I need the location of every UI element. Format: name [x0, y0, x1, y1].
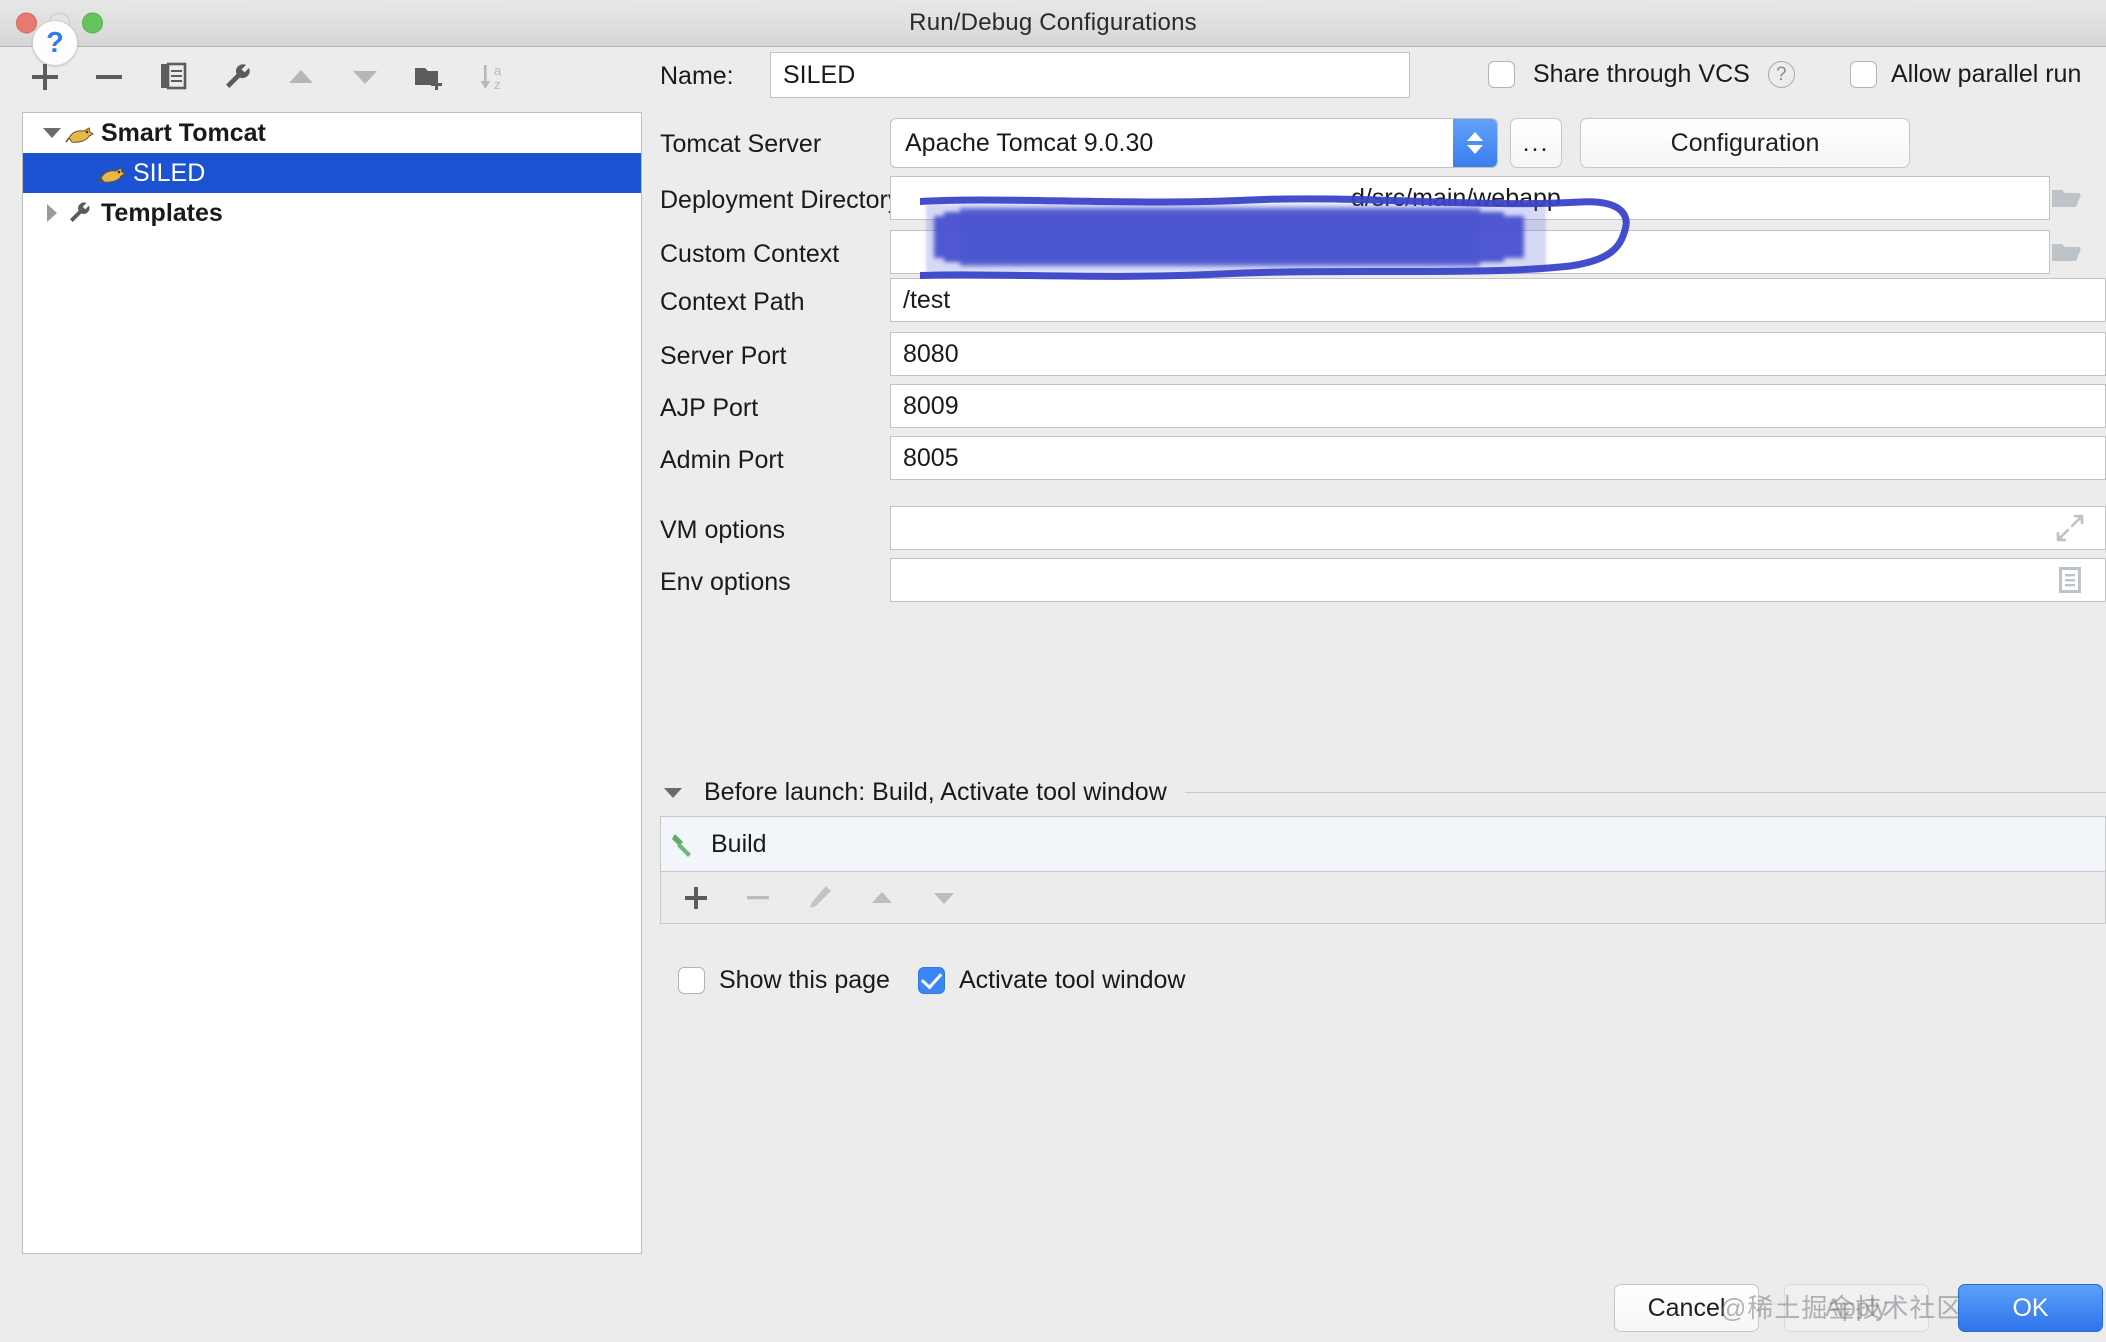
wrench-icon	[65, 199, 93, 227]
run-debug-configurations-dialog: Run/Debug Configurations	[0, 0, 2106, 1342]
chevron-updown-icon[interactable]	[1453, 119, 1497, 167]
context-path-label: Context Path	[660, 288, 805, 317]
show-this-page-row[interactable]: Show this page	[678, 966, 890, 995]
list-document-icon[interactable]	[2052, 562, 2088, 598]
chevron-down-icon[interactable]	[660, 780, 686, 806]
vm-options-label: VM options	[660, 516, 785, 545]
ok-button[interactable]: OK	[1958, 1284, 2103, 1332]
svg-text:a: a	[494, 63, 502, 78]
new-folder-icon[interactable]	[410, 58, 448, 96]
tree-node-label: Templates	[101, 199, 223, 228]
before-launch-task-label: Build	[711, 830, 767, 859]
help-button[interactable]: ?	[32, 20, 78, 66]
activate-tool-window-checkbox[interactable]	[918, 967, 945, 994]
move-up-icon	[282, 58, 320, 96]
tomcat-server-browse-button[interactable]: ...	[1510, 118, 1562, 168]
tree-node-siled[interactable]: SILED	[23, 153, 641, 193]
context-path-input[interactable]: /test	[890, 278, 2106, 322]
tomcat-server-select[interactable]: Apache Tomcat 9.0.30	[890, 118, 1498, 168]
close-window-icon[interactable]	[16, 13, 37, 34]
add-task-icon[interactable]	[679, 881, 713, 915]
configuration-button[interactable]: Configuration	[1580, 118, 1910, 168]
env-options-input[interactable]	[890, 558, 2106, 602]
tomcat-cat-icon	[97, 160, 127, 186]
before-launch-title: Before launch: Build, Activate tool wind…	[704, 778, 1167, 807]
admin-port-input[interactable]: 8005	[890, 436, 2106, 480]
folder-browse-icon[interactable]	[2048, 234, 2084, 270]
configuration-form: Name: SILED Share through VCS ? Allow pa…	[660, 46, 2106, 1254]
before-launch-options: Show this page Activate tool window	[678, 966, 1185, 995]
share-vcs-help-icon[interactable]: ?	[1768, 61, 1795, 88]
sort-alphabetically-icon[interactable]: a z	[474, 58, 512, 96]
share-through-vcs-checkbox[interactable]	[1488, 61, 1515, 88]
vm-options-input[interactable]	[890, 506, 2106, 550]
custom-context-input[interactable]	[890, 230, 2050, 274]
move-down-icon	[346, 58, 384, 96]
ajp-port-label: AJP Port	[660, 394, 758, 423]
hammer-icon	[669, 829, 699, 859]
share-through-vcs-label: Share through VCS	[1533, 60, 1750, 89]
tree-node-templates[interactable]: Templates	[23, 193, 641, 233]
move-task-up-icon	[865, 881, 899, 915]
svg-text:z: z	[494, 77, 501, 92]
copy-icon[interactable]	[154, 58, 192, 96]
allow-parallel-run-checkbox-row[interactable]: Allow parallel run	[1850, 60, 2081, 89]
configurations-toolbar: a z	[0, 46, 660, 108]
edit-task-icon	[803, 881, 837, 915]
tree-node-smart-tomcat[interactable]: Smart Tomcat	[23, 113, 641, 153]
folder-browse-icon[interactable]	[2048, 180, 2084, 216]
ajp-port-input[interactable]: 8009	[890, 384, 2106, 428]
edit-templates-icon[interactable]	[218, 58, 256, 96]
move-task-down-icon	[927, 881, 961, 915]
watermark-text: @稀土掘金技术社区	[1720, 1288, 1963, 1325]
admin-port-label: Admin Port	[660, 446, 784, 475]
env-options-label: Env options	[660, 568, 791, 597]
allow-parallel-run-label: Allow parallel run	[1891, 60, 2081, 89]
tomcat-server-label: Tomcat Server	[660, 130, 821, 159]
tree-node-label: Smart Tomcat	[101, 119, 266, 148]
name-input[interactable]: SILED	[770, 52, 1410, 98]
deployment-directory-input[interactable]: d/src/main/webapp	[890, 176, 2050, 220]
tomcat-cat-icon	[65, 120, 95, 146]
server-port-label: Server Port	[660, 342, 786, 371]
before-launch-header[interactable]: Before launch: Build, Activate tool wind…	[660, 778, 2106, 807]
window-title: Run/Debug Configurations	[0, 9, 2106, 37]
remove-task-icon	[741, 881, 775, 915]
tree-node-label: SILED	[133, 159, 205, 188]
allow-parallel-run-checkbox[interactable]	[1850, 61, 1877, 88]
expand-icon[interactable]	[2052, 510, 2088, 546]
chevron-down-icon[interactable]	[39, 120, 65, 146]
deployment-directory-value: d/src/main/webapp	[1351, 184, 1561, 213]
show-this-page-checkbox[interactable]	[678, 967, 705, 994]
custom-context-label: Custom Context	[660, 240, 839, 269]
divider	[1185, 792, 2106, 793]
maximize-window-icon[interactable]	[82, 13, 103, 34]
window-titlebar: Run/Debug Configurations	[0, 0, 2106, 47]
activate-tool-window-row[interactable]: Activate tool window	[918, 966, 1186, 995]
configurations-tree[interactable]: Smart Tomcat SILED Templates	[22, 112, 642, 1254]
activate-tool-window-label: Activate tool window	[959, 966, 1186, 995]
remove-icon[interactable]	[90, 58, 128, 96]
before-launch-task-list[interactable]: Build	[660, 816, 2106, 872]
server-port-input[interactable]: 8080	[890, 332, 2106, 376]
show-this-page-label: Show this page	[719, 966, 890, 995]
before-launch-toolbar	[660, 872, 2106, 924]
deployment-directory-label: Deployment Directory	[660, 186, 900, 215]
chevron-right-icon[interactable]	[39, 200, 65, 226]
share-through-vcs-checkbox-row[interactable]: Share through VCS ?	[1488, 60, 1795, 89]
name-label: Name:	[660, 62, 734, 91]
tomcat-server-value: Apache Tomcat 9.0.30	[905, 129, 1153, 158]
